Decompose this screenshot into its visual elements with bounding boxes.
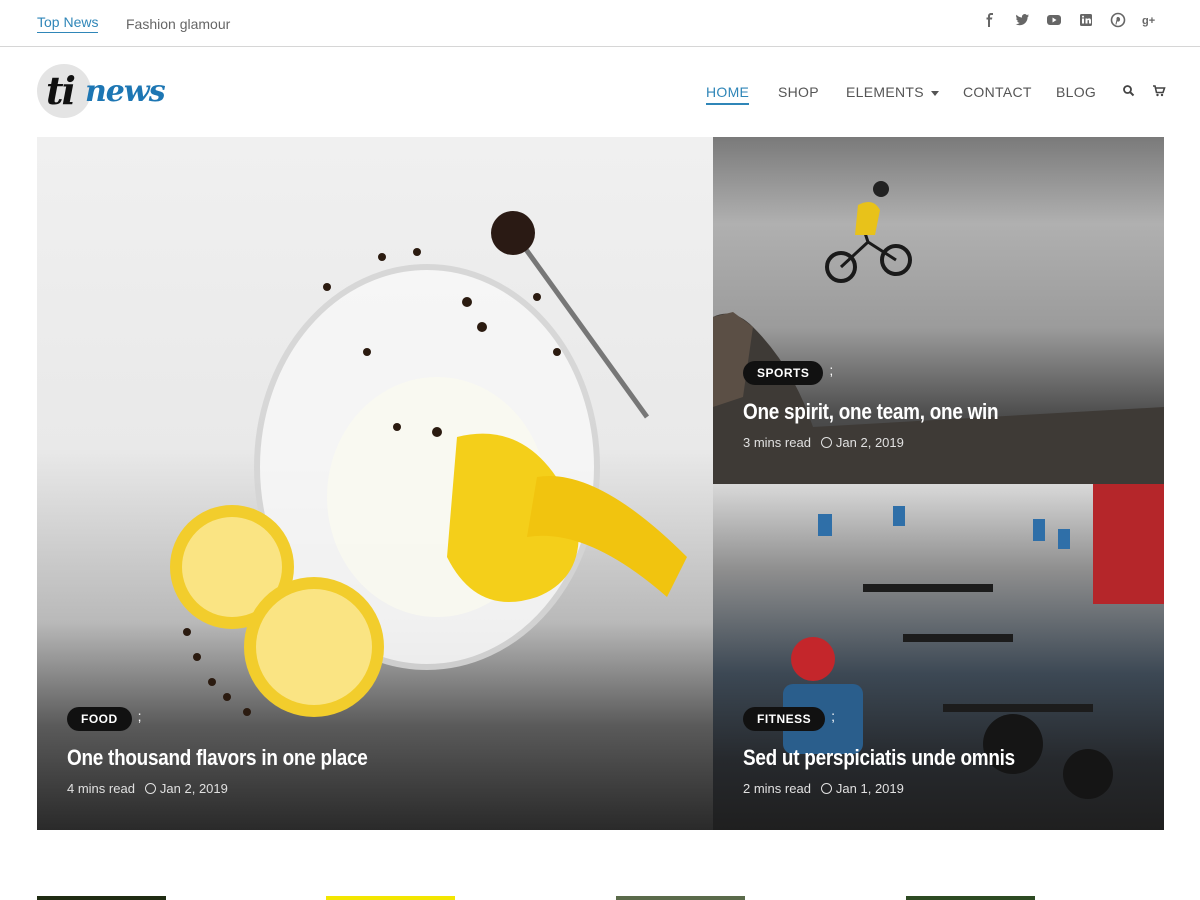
category-badge-food[interactable]: FOOD xyxy=(67,707,132,731)
sports-caption: SPORTS; One spirit, one team, one win 3 … xyxy=(743,361,1040,451)
featured-card-food[interactable]: FOOD; One thousand flavors in one place … xyxy=(37,137,713,830)
top-news-link[interactable]: Top News xyxy=(37,14,99,33)
read-time: 2 mins read xyxy=(743,781,811,796)
post-thumbnail[interactable] xyxy=(326,896,455,900)
featured-grid: FOOD; One thousand flavors in one place … xyxy=(37,137,1164,830)
article-title-fitness[interactable]: Sed ut perspiciatis unde omnis xyxy=(743,745,1015,771)
read-time: 3 mins read xyxy=(743,435,811,450)
clock-icon xyxy=(144,783,156,794)
article-title-sports[interactable]: One spirit, one team, one win xyxy=(743,399,999,425)
logo-text-ti: ti xyxy=(46,68,76,113)
nav-elements-label: ELEMENTS xyxy=(846,84,924,100)
badge-separator: ; xyxy=(829,362,834,378)
post-date: Jan 2, 2019 xyxy=(159,781,228,796)
youtube-icon[interactable] xyxy=(1038,12,1070,28)
article-title-food[interactable]: One thousand flavors in one place xyxy=(67,745,368,771)
post-thumbnail[interactable] xyxy=(906,896,1035,900)
clock-icon xyxy=(820,783,832,794)
category-badge-sports[interactable]: SPORTS xyxy=(743,361,824,385)
fashion-glamour-link[interactable]: Fashion glamour xyxy=(126,16,230,32)
post-date: Jan 2, 2019 xyxy=(835,435,904,450)
nav-elements[interactable]: ELEMENTS xyxy=(846,84,939,100)
top-bar: Top News Fashion glamour g+ xyxy=(0,0,1200,47)
post-thumbnail[interactable] xyxy=(616,896,745,900)
site-logo[interactable]: ti news xyxy=(37,64,177,122)
linkedin-icon[interactable] xyxy=(1070,12,1102,28)
nav-blog[interactable]: BLOG xyxy=(1056,84,1096,100)
clock-icon xyxy=(820,437,832,448)
badge-separator: ; xyxy=(831,708,836,724)
svg-text:g+: g+ xyxy=(1142,15,1155,27)
read-time: 4 mins read xyxy=(67,781,135,796)
article-meta-food: 4 mins read Jan 2, 2019 xyxy=(67,781,417,797)
fitness-caption: FITNESS; Sed ut perspiciatis unde omnis … xyxy=(743,707,1059,797)
twitter-icon[interactable] xyxy=(1006,12,1038,28)
cart-icon[interactable] xyxy=(1152,84,1166,98)
featured-card-sports[interactable]: SPORTS; One spirit, one team, one win 3 … xyxy=(713,137,1164,484)
post-thumbnail[interactable] xyxy=(37,896,166,900)
nav-contact[interactable]: CONTACT xyxy=(963,84,1032,100)
article-meta-sports: 3 mins read Jan 2, 2019 xyxy=(743,435,1040,451)
nav-shop[interactable]: SHOP xyxy=(778,84,819,100)
post-date: Jan 1, 2019 xyxy=(835,781,904,796)
social-links: g+ xyxy=(974,12,1166,28)
category-badge-fitness[interactable]: FITNESS xyxy=(743,707,826,731)
chevron-down-icon xyxy=(930,90,939,96)
search-icon[interactable] xyxy=(1122,84,1136,98)
badge-separator: ; xyxy=(137,708,142,724)
google-plus-icon[interactable]: g+ xyxy=(1134,12,1166,28)
facebook-icon[interactable] xyxy=(974,12,1006,28)
pinterest-icon[interactable] xyxy=(1102,12,1134,28)
article-meta-fitness: 2 mins read Jan 1, 2019 xyxy=(743,781,1059,797)
logo-text-news: news xyxy=(85,74,166,109)
featured-card-fitness[interactable]: FITNESS; Sed ut perspiciatis unde omnis … xyxy=(713,484,1164,830)
nav-home[interactable]: HOME xyxy=(706,84,750,105)
food-caption: FOOD; One thousand flavors in one place … xyxy=(67,707,417,797)
